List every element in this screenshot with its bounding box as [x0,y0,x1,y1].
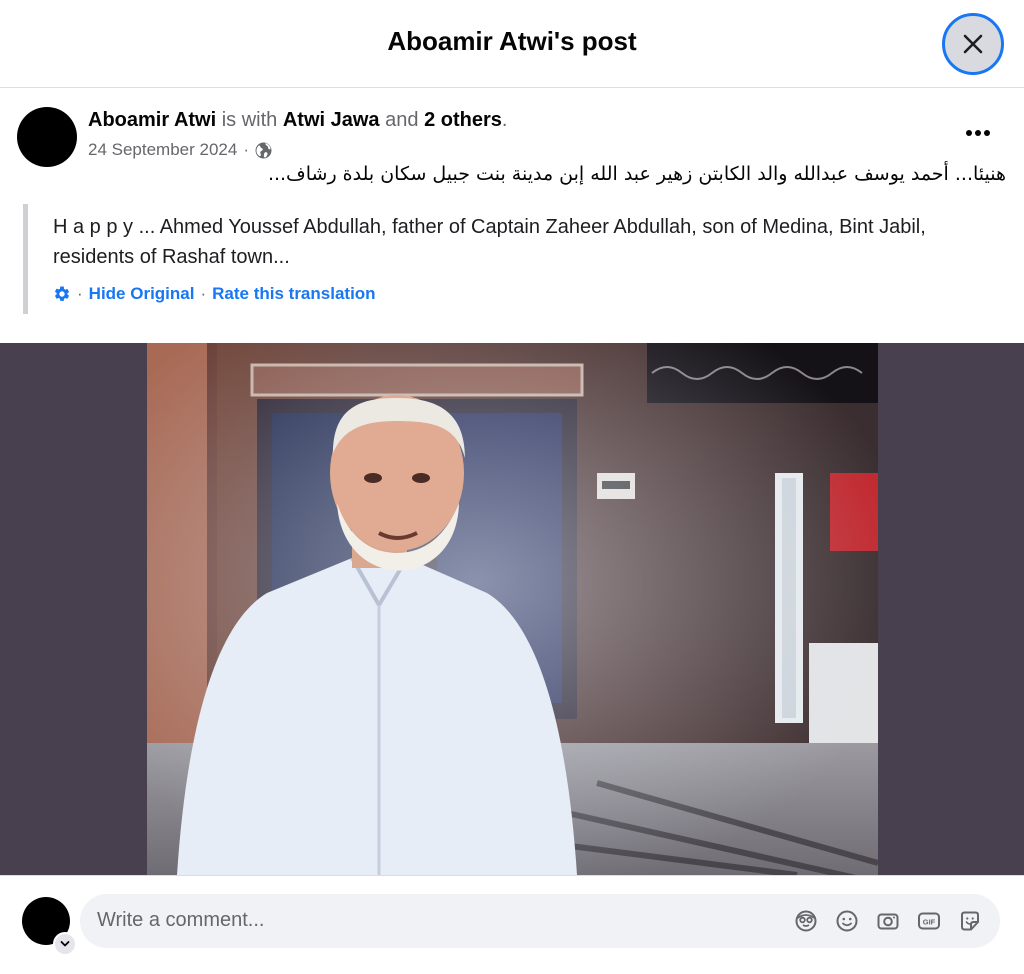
camera-icon [877,913,899,930]
post-media [0,343,1024,875]
emoji-button[interactable] [833,907,861,935]
with-text: is with [221,109,278,131]
post-photo[interactable] [147,343,878,875]
photo-illustration [147,343,878,875]
author-avatar[interactable] [17,107,77,167]
comment-bar: Write a comment... GIF [0,875,1024,974]
tagged-person[interactable]: Atwi Jawa [283,109,380,131]
close-button[interactable] [942,13,1004,75]
and-text: and [385,109,419,131]
dialog-title: Aboamir Atwi's post [387,26,637,56]
tagged-others[interactable]: 2 others [424,109,502,131]
translation-links: · Hide Original · Rate this translation [53,284,376,304]
period: . [501,109,508,131]
dialog-header: Aboamir Atwi's post [0,0,1024,88]
author-line: Aboamir Atwi is with Atwi Jawa and 2 oth… [88,109,507,132]
camera-button[interactable] [874,907,902,935]
more-options-icon [966,130,990,136]
post-meta: 24 September 2024 · [88,140,272,160]
emoji-icon [836,910,858,932]
post-original-text: هنيئا... أحمد يوسف عبدالله والد الكابتن … [267,163,1006,185]
avatar-sticker-icon [795,910,817,932]
profile-switcher-button[interactable] [53,932,77,956]
chevron-down-icon [60,941,70,947]
comment-tools: GIF [792,907,984,935]
gear-icon[interactable] [53,285,71,303]
svg-text:GIF: GIF [923,917,936,926]
link-separator: · [200,284,207,303]
comment-placeholder: Write a comment... [97,909,265,931]
translation-text: H a p p y ... Ahmed Youssef Abdullah, fa… [53,216,926,268]
meta-separator: · [243,140,250,159]
post-date[interactable]: 24 September 2024 [88,140,237,160]
link-separator: · [77,284,83,303]
more-options-button[interactable] [956,119,1000,147]
sticker-button[interactable] [956,907,984,935]
sticker-icon [961,911,979,931]
hide-original-link[interactable]: Hide Original [89,284,195,304]
globe-icon [255,142,272,158]
author-name[interactable]: Aboamir Atwi [88,109,216,131]
avatar-sticker-button[interactable] [792,907,820,935]
comment-input[interactable]: Write a comment... GIF [80,894,1000,948]
translation-block: H a p p y ... Ahmed Youssef Abdullah, fa… [23,204,998,314]
gif-button[interactable]: GIF [915,907,943,935]
gif-icon: GIF [918,912,940,930]
close-icon [963,34,983,54]
rate-translation-link[interactable]: Rate this translation [212,284,375,304]
